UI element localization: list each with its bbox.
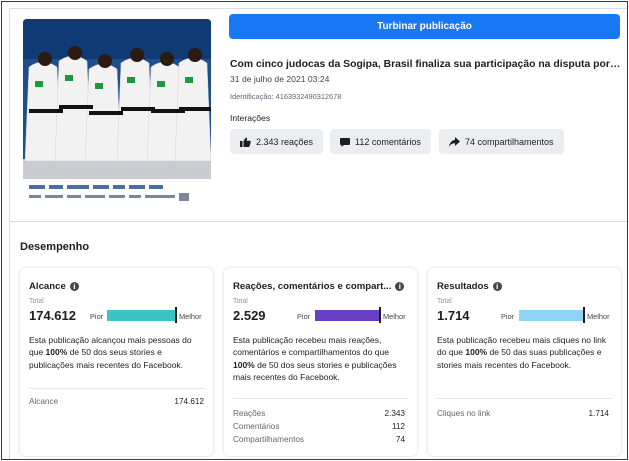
worse-label: Pior: [297, 312, 311, 321]
comparison-bar: [315, 310, 379, 321]
info-icon[interactable]: i: [69, 282, 79, 291]
comparison-bar: [107, 310, 175, 321]
better-label: Melhor: [587, 312, 610, 321]
engagement-description: Esta publicação recebeu mais reações, co…: [233, 335, 397, 383]
metric-row: Compartilhamentos 74: [233, 435, 405, 444]
post-id: Identificação: 4163932490312678: [230, 92, 342, 101]
comment-icon: [340, 137, 350, 147]
shares-count: 74 compartilhamentos: [465, 136, 554, 147]
comparison-bar: [519, 310, 583, 321]
worse-label: Pior: [501, 312, 515, 321]
card-divider: [29, 388, 204, 389]
shares-chip[interactable]: 74 compartilhamentos: [439, 129, 564, 154]
metric-row: Cliques no link 1.714: [437, 409, 609, 418]
total-label: Total: [233, 298, 248, 305]
interactions-heading: Interações: [230, 113, 271, 123]
engagement-card-title: Reações, comentários e compart... i: [233, 281, 405, 292]
card-divider: [233, 398, 408, 399]
metric-row: Alcance 174.612: [29, 397, 204, 406]
results-description: Esta publicação recebeu mais cliques no …: [437, 335, 607, 370]
total-value: 174.612: [29, 308, 76, 323]
comparison-marker: [175, 307, 177, 323]
better-label: Melhor: [179, 312, 202, 321]
reactions-count: 2.343 reações: [256, 136, 314, 147]
reach-card: Alcance i Total 174.612 Pior Melhor Esta…: [20, 268, 213, 456]
reach-title-text: Alcance: [29, 281, 66, 292]
results-title-text: Resultados: [437, 281, 489, 292]
like-icon: [240, 137, 251, 147]
info-icon[interactable]: i: [395, 282, 405, 291]
section-divider: [10, 221, 627, 222]
post-insights-panel: Turbinar publicação Com cinco judocas da…: [1, 1, 628, 460]
comments-chip[interactable]: 112 comentários: [330, 129, 431, 154]
worse-label: Pior: [90, 312, 104, 321]
results-card: Resultados i Total 1.714 Pior Melhor Est…: [428, 268, 621, 456]
total-label: Total: [29, 298, 44, 305]
metric-row: Reações 2.343: [233, 409, 405, 418]
engagement-title-text: Reações, comentários e compart...: [233, 281, 392, 292]
total-value: 2.529: [233, 308, 266, 323]
performance-heading: Desempenho: [20, 241, 90, 253]
post-date: 31 de julho de 2021 03:24: [230, 74, 330, 84]
post-title[interactable]: Com cinco judocas da Sogipa, Brasil fina…: [230, 59, 622, 70]
metric-row: Comentários 112: [233, 422, 405, 431]
comparison-marker: [379, 307, 381, 323]
results-card-title: Resultados i: [437, 281, 502, 292]
reach-description: Esta publicação alcançou mais pessoas do…: [29, 335, 192, 370]
total-value: 1.714: [437, 308, 470, 323]
share-icon: [449, 136, 460, 147]
total-label: Total: [437, 298, 452, 305]
comparison-marker: [583, 307, 585, 323]
post-thumbnail[interactable]: [23, 19, 211, 210]
comments-count: 112 comentários: [355, 136, 421, 147]
engagement-card: Reações, comentários e compart... i Tota…: [224, 268, 417, 456]
card-divider: [437, 398, 612, 399]
panel-left-border: [9, 8, 10, 459]
boost-post-button[interactable]: Turbinar publicação: [229, 14, 620, 39]
reactions-chip[interactable]: 2.343 reações: [230, 129, 324, 154]
info-icon[interactable]: i: [492, 282, 502, 291]
panel-top-border: [9, 8, 627, 9]
better-label: Melhor: [383, 312, 406, 321]
reach-card-title: Alcance i: [29, 281, 79, 292]
